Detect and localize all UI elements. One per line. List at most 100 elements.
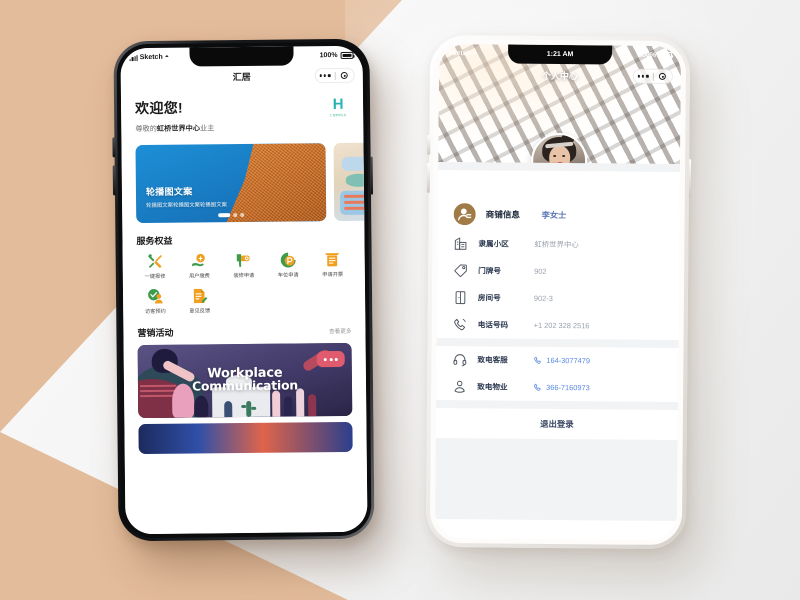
promo-headline: Workplace Communication: [138, 365, 352, 393]
marketing-heading: 营销活动: [137, 327, 174, 339]
profile-value: +1 202 328 2516: [533, 320, 590, 331]
service-tile-decoration[interactable]: 装修申请: [221, 252, 266, 279]
contact-key: 致电客服: [477, 355, 508, 365]
contact-card: 致电客服 164-3077479 致电物业 366-7160973: [436, 345, 679, 403]
service-label: 车位申请: [277, 272, 299, 279]
marketing-banner-secondary[interactable]: [138, 421, 353, 455]
contact-phone-number: 366-7160973: [546, 382, 590, 393]
welcome-suffix: 业主: [199, 123, 215, 133]
right-phone-screen: Sketch ◓ 100% 1:21 AM 个人中心 商铺信息 李女士 隶属小区…: [434, 43, 682, 541]
wechat-capsule-left[interactable]: [314, 67, 355, 84]
promo-door: [224, 401, 233, 418]
contact-value-wrap[interactable]: 164-3077479: [533, 356, 590, 365]
volume-up-button[interactable]: [112, 137, 116, 158]
welcome-subtitle: 尊敬的虹桥世界中心业主: [135, 122, 349, 134]
carousel-slide-active[interactable]: 轮播图文案 轮播图文案轮播图文案轮播图文案: [135, 143, 327, 224]
promo-headline-line2: Communication: [191, 377, 299, 394]
logout-label: 退出登录: [540, 418, 574, 430]
carousel-pagination[interactable]: [218, 212, 245, 218]
service-tile-invoice[interactable]: 申请开票: [310, 251, 355, 278]
promo-column-1: [272, 390, 281, 417]
profile-value: 902: [534, 266, 547, 276]
service-label: 意见反馈: [189, 308, 211, 315]
service-label: 用户缴费: [189, 273, 210, 280]
carousel-dot-2[interactable]: [233, 213, 238, 218]
left-status-left: Sketch ◓: [129, 53, 169, 62]
welcome-block: 欢迎您! 尊敬的虹桥世界中心业主 H 汇居智慧社区: [121, 86, 364, 140]
right-status-time: 1:21 AM: [546, 50, 574, 59]
power-button[interactable]: [688, 159, 692, 198]
left-carrier-label: Sketch: [139, 53, 163, 62]
marketing-section-header: 营销活动 查看更多: [123, 313, 365, 346]
more-dots-icon[interactable]: [634, 75, 653, 78]
carousel-subtitle: 轮播图文案轮播图文案轮播图文案: [146, 202, 228, 210]
service-tile-repair[interactable]: 一键报修: [133, 253, 178, 280]
hand-coin-icon: [192, 253, 205, 267]
left-battery-percent: 100%: [319, 52, 338, 60]
profile-key: 电话号码: [477, 320, 509, 330]
banner-carousel[interactable]: 轮播图文案 轮播图文案轮播图文案轮播图文案: [135, 142, 368, 224]
contact-row-property-management[interactable]: 致电物业 366-7160973: [436, 373, 678, 402]
signal-bars-icon: [129, 54, 138, 61]
brand-logo-mark: H: [327, 96, 349, 113]
marketing-more-link[interactable]: 查看更多: [329, 326, 351, 334]
carousel-texture-art: [209, 143, 326, 222]
welcome-prefix: 尊敬的: [135, 123, 157, 134]
profile-value: 虹桥世界中心: [534, 239, 579, 250]
left-phone-screen: Sketch ◓ 100% 汇居 欢迎您! 尊敬的虹桥世界中心业主 H 汇居智慧…: [120, 45, 368, 535]
carousel-title: 轮播图文案: [145, 186, 193, 198]
carousel-dot-1[interactable]: [218, 213, 231, 218]
call-icon: [534, 356, 541, 364]
headset-icon: [453, 354, 467, 367]
door-icon: [455, 291, 466, 305]
volume-down-button[interactable]: [112, 165, 116, 196]
service-tile-parking[interactable]: 车位申请: [266, 251, 311, 279]
carousel-dot-3[interactable]: [240, 212, 245, 218]
more-dots-icon[interactable]: [316, 74, 335, 77]
volume-down-button[interactable]: [426, 162, 430, 193]
left-status-bar: Sketch ◓ 100%: [120, 46, 362, 68]
contact-phone-number: 164-3077479: [546, 355, 591, 366]
wechat-capsule-right[interactable]: [632, 68, 673, 84]
contact-value-wrap[interactable]: 366-7160973: [533, 383, 590, 392]
promo-tree-2: [194, 395, 209, 418]
target-circle-icon[interactable]: [335, 71, 354, 80]
parking-icon: [280, 252, 296, 268]
marketing-banner-primary[interactable]: Workplace Communication: [137, 342, 353, 419]
left-status-right: 100%: [320, 52, 354, 59]
tag-icon: [454, 264, 467, 277]
logout-button[interactable]: 退出登录: [435, 407, 678, 441]
profile-value: 902-3: [533, 293, 553, 303]
service-tile-visitor[interactable]: 访客预约: [133, 288, 178, 315]
right-phone-mockup: Sketch ◓ 100% 1:21 AM 个人中心 商铺信息 李女士 隶属小区…: [425, 34, 692, 550]
promo-column-3: [296, 388, 305, 417]
target-circle-icon[interactable]: [653, 72, 672, 81]
profile-content: 商铺信息 李女士 隶属小区 虹桥世界中心 门牌号 902 房间号 902-3 电…: [435, 161, 681, 522]
service-label: 申请开票: [322, 271, 344, 279]
profile-row-house-number[interactable]: 门牌号 902: [437, 257, 679, 286]
promo-cactus: [246, 400, 252, 417]
volume-up-button[interactable]: [427, 134, 430, 155]
welcome-property-name: 虹桥世界中心: [156, 123, 201, 133]
profile-row-room-number[interactable]: 房间号 902-3: [437, 284, 679, 313]
service-label: 一键报修: [144, 273, 166, 281]
service-tile-feedback[interactable]: 意见反馈: [177, 287, 222, 315]
shop-info-header-row[interactable]: 商铺信息 李女士: [438, 198, 680, 232]
carousel-slide-next[interactable]: [333, 142, 368, 222]
left-page-title: 汇居: [232, 71, 251, 83]
visitor-icon: [147, 289, 163, 304]
promo-column-4: [308, 394, 317, 417]
profile-row-community[interactable]: 隶属小区 虹桥世界中心: [437, 230, 679, 259]
building-icon: [454, 237, 467, 250]
service-tile-payment[interactable]: 用户缴费: [177, 252, 222, 280]
profile-row-phone[interactable]: 电话号码 +1 202 328 2516: [437, 311, 679, 340]
call-icon: [533, 383, 541, 391]
brand-logo-subtext: 汇居智慧社区: [329, 113, 347, 118]
welcome-greeting: 欢迎您!: [135, 99, 184, 117]
contact-row-customer-service[interactable]: 致电客服 164-3077479: [436, 346, 678, 375]
power-button[interactable]: [370, 156, 374, 195]
services-heading: 服务权益: [136, 235, 173, 247]
peek-shape-1: [341, 156, 368, 171]
profile-key: 门牌号: [478, 266, 502, 276]
profile-badge-icon: [453, 203, 476, 226]
